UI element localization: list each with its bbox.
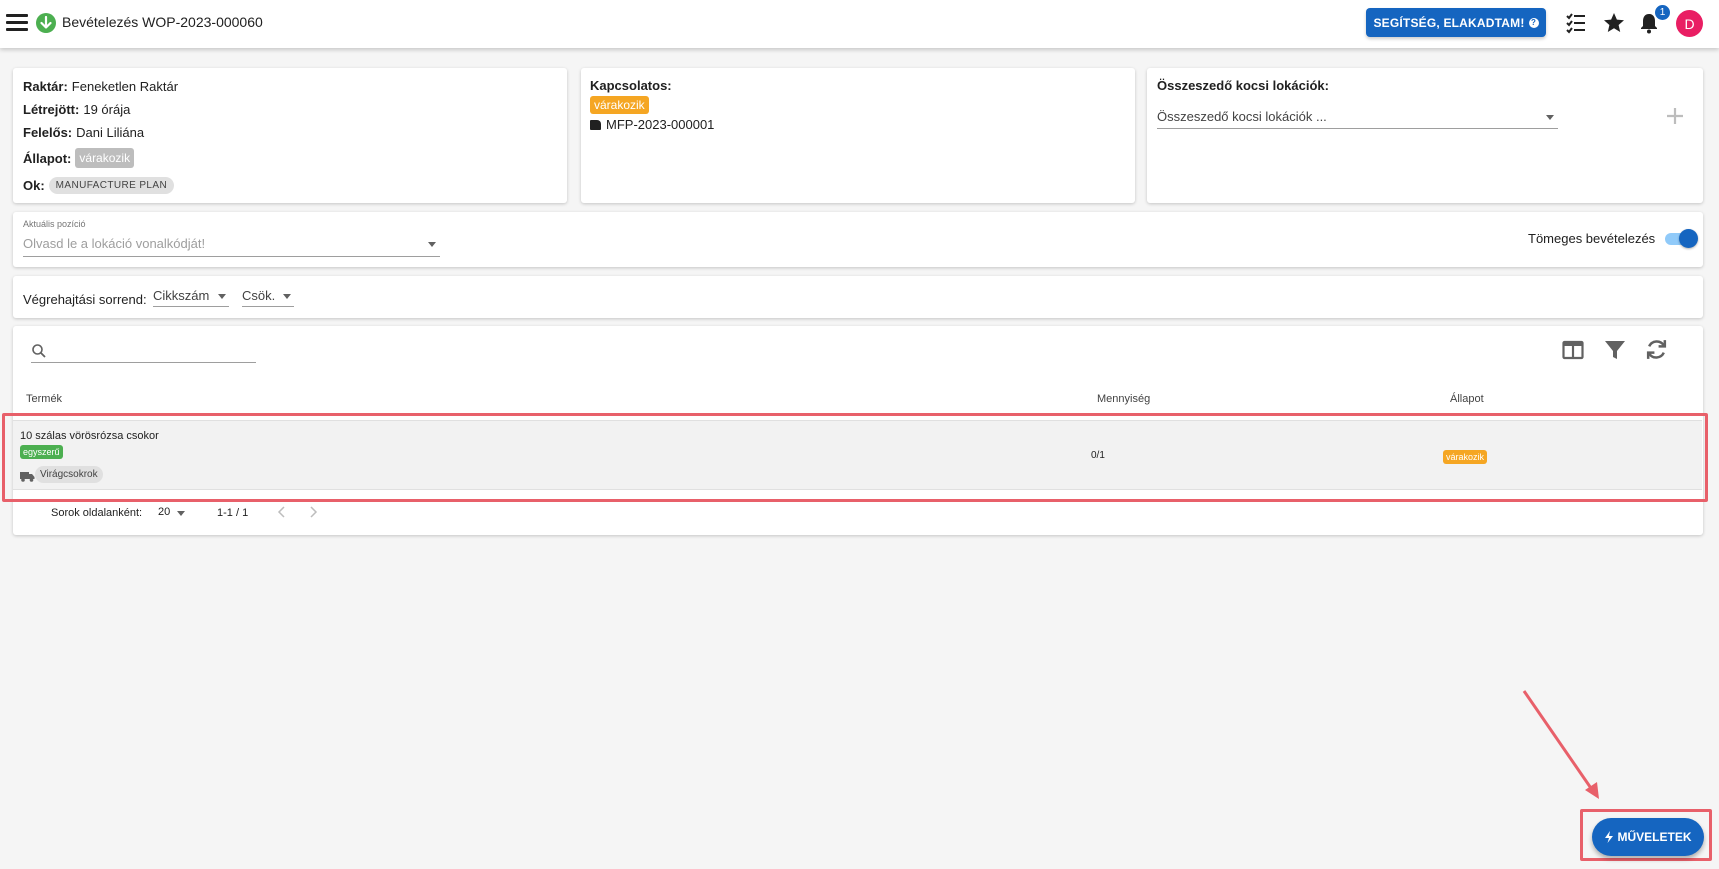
reason-row: Ok: MANUFACTURE PLAN: [23, 175, 557, 195]
document-info-card: Raktár: Feneketlen Raktár Létrejött: 19 …: [13, 68, 567, 203]
rows-per-page-label: Sorok oldalanként:: [51, 507, 143, 519]
notification-badge: 1: [1655, 5, 1670, 20]
bulk-receive-label: Tömeges bevételezés: [1528, 231, 1656, 246]
search-icon: [31, 343, 47, 362]
created-row: Létrejött: 19 órája: [23, 101, 557, 118]
actions-button-label: MŰVELETEK: [1617, 830, 1692, 844]
toggle-knob: [1679, 229, 1698, 248]
reason-chip: MANUFACTURE PLAN: [48, 176, 175, 194]
sort-direction-select[interactable]: Csök.: [242, 288, 294, 307]
position-select[interactable]: Olvasd le a lokáció vonalkódját!: [23, 236, 440, 257]
actions-button[interactable]: MŰVELETEK: [1592, 818, 1704, 856]
cart-label: Összeszedő kocsi lokációk:: [1157, 78, 1329, 93]
reason-label: Ok:: [23, 177, 45, 193]
position-label: Aktuális pozíció: [23, 219, 86, 229]
owner-row: Felelős: Dani Liliána: [23, 124, 557, 141]
bulk-receive-toggle[interactable]: [1665, 229, 1698, 248]
hamburger-menu-icon[interactable]: [6, 12, 28, 34]
sort-label: Végrehajtási sorrend:: [23, 292, 147, 307]
columns-icon[interactable]: [1561, 338, 1585, 362]
warehouse-label: Raktár:: [23, 79, 68, 94]
quantity-value: 0/1: [1091, 450, 1105, 461]
status-row: Állapot: várakozik: [23, 147, 557, 169]
rows-per-page-value: 20: [158, 506, 171, 518]
bolt-icon: [1604, 831, 1614, 843]
category-chip: Virágcsokrok: [35, 466, 103, 483]
help-button[interactable]: SEGÍTSÉG, ELAKADTAM! ?: [1366, 8, 1546, 37]
chevron-right-icon[interactable]: [306, 504, 320, 520]
chevron-down-icon: [1546, 115, 1554, 120]
status-label: Állapot:: [23, 150, 72, 166]
status-badge: várakozik: [75, 148, 135, 168]
warehouse-row: Raktár: Feneketlen Raktár: [23, 78, 557, 95]
help-button-label: SEGÍTSÉG, ELAKADTAM!: [1373, 15, 1525, 30]
checklist-icon[interactable]: [1564, 11, 1588, 35]
page-title: Bevételezés WOP-2023-000060: [62, 14, 263, 30]
sort-bar: Végrehajtási sorrend: Cikkszám Csök.: [13, 276, 1703, 318]
avatar[interactable]: D: [1676, 10, 1703, 37]
chevron-down-icon: [177, 511, 185, 516]
type-tag: egyszerű: [20, 445, 63, 459]
warehouse-value: Feneketlen Raktár: [71, 79, 179, 94]
annotation-arrow: [1515, 685, 1615, 805]
owner-value: Dani Liliána: [76, 125, 145, 140]
top-app-bar: Bevételezés WOP-2023-000060 SEGÍTSÉG, EL…: [0, 0, 1719, 48]
chevron-down-icon: [283, 294, 291, 299]
related-status-badge: várakozik: [590, 96, 649, 114]
related-label: Kapcsolatos:: [590, 78, 672, 93]
truck-icon: [20, 469, 35, 485]
related-card: Kapcsolatos: várakozik MFP-2023-000001: [581, 68, 1135, 203]
page-range: 1-1 / 1: [217, 507, 249, 519]
cart-locations-select[interactable]: Összeszedő kocsi lokációk ...: [1157, 109, 1558, 129]
chevron-left-icon[interactable]: [275, 504, 289, 520]
position-placeholder: Olvasd le a lokáció vonalkódját!: [23, 236, 206, 251]
created-label: Létrejött:: [23, 102, 80, 117]
sort-direction-value: Csök.: [242, 288, 276, 303]
column-header-product[interactable]: Termék: [26, 393, 62, 405]
cart-locations-card: Összeszedő kocsi lokációk: Összeszedő ko…: [1147, 68, 1703, 203]
arrow-down-circle-icon: [36, 13, 56, 33]
search-input[interactable]: [31, 339, 256, 363]
add-icon[interactable]: [1663, 104, 1687, 128]
sort-field-select[interactable]: Cikkszám: [153, 288, 229, 307]
row-status-badge: várakozik: [1443, 450, 1488, 464]
product-name: 10 szálas vörösrózsa csokor: [20, 430, 159, 442]
related-doc-number: MFP-2023-000001: [606, 117, 715, 132]
refresh-icon[interactable]: [1644, 337, 1669, 362]
note-icon: [590, 119, 601, 130]
chevron-down-icon: [428, 242, 436, 247]
column-header-status[interactable]: Állapot: [1450, 393, 1484, 405]
cart-placeholder: Összeszedő kocsi lokációk ...: [1157, 109, 1327, 124]
filter-icon[interactable]: [1603, 338, 1627, 362]
question-icon: ?: [1528, 17, 1539, 28]
column-header-quantity[interactable]: Mennyiség: [1097, 393, 1150, 405]
position-bar: Aktuális pozíció Olvasd le a lokáció von…: [13, 212, 1703, 267]
chevron-down-icon: [218, 294, 226, 299]
rows-per-page-select[interactable]: 20: [158, 506, 188, 522]
star-icon[interactable]: [1602, 11, 1626, 35]
sort-field-value: Cikkszám: [153, 288, 210, 303]
created-value: 19 órája: [83, 102, 131, 117]
owner-label: Felelős:: [23, 125, 73, 140]
related-doc-link[interactable]: MFP-2023-000001: [590, 117, 1126, 132]
